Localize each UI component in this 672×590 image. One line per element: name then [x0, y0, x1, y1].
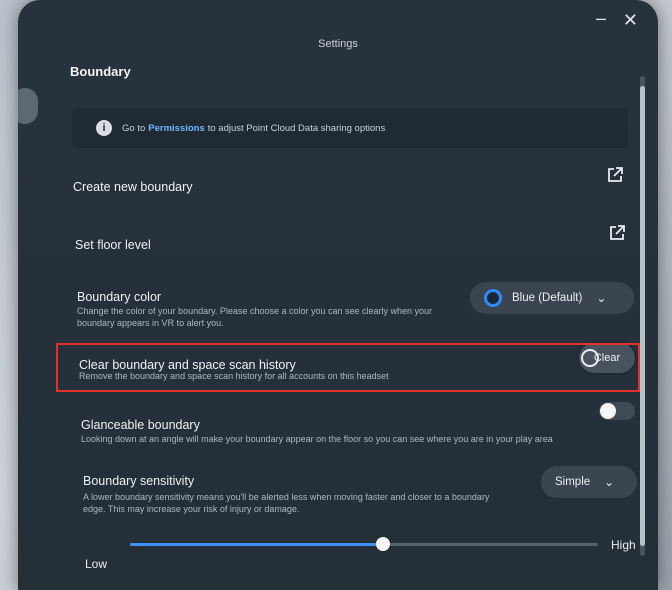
external-link-icon[interactable]: [608, 224, 626, 242]
boundary-color-desc: Change the color of your boundary. Pleas…: [77, 306, 433, 328]
slider-low-label: Low: [85, 557, 108, 571]
chevron-down-icon: ⌄: [604, 475, 615, 489]
sensitivity-value: Simple: [555, 476, 591, 488]
info-banner: i Go to Permissions to adjust Point Clou…: [72, 108, 628, 148]
toggle-knob: [600, 403, 616, 419]
info-icon: i: [96, 120, 112, 136]
glanceable-label: Glanceable boundary: [81, 418, 200, 432]
floor-level-label[interactable]: Set floor level: [75, 238, 151, 252]
slider-thumb[interactable]: [375, 537, 390, 551]
blue-color-swatch-icon: [484, 289, 502, 307]
create-boundary-label[interactable]: Create new boundary: [73, 180, 193, 194]
close-button[interactable]: ✕: [623, 10, 638, 31]
chevron-down-icon: ⌄: [596, 291, 607, 305]
sensitivity-dropdown[interactable]: Simple ⌄: [541, 466, 637, 498]
window-title: Settings: [318, 38, 358, 50]
slider-fill: [130, 543, 383, 546]
scrollbar[interactable]: [640, 76, 645, 556]
slider-high-label: High: [611, 538, 636, 552]
info-suffix: to adjust Point Cloud Data sharing optio…: [207, 122, 386, 134]
external-link-icon[interactable]: [606, 166, 624, 184]
sensitivity-slider[interactable]: [130, 537, 598, 551]
section-title: Boundary: [70, 64, 131, 79]
minimize-button[interactable]: –: [596, 8, 606, 29]
highlight-box: [56, 343, 640, 392]
info-prefix: Go to: [122, 122, 146, 134]
boundary-color-value: Blue (Default): [512, 292, 583, 304]
boundary-color-dropdown[interactable]: Blue (Default) ⌄: [470, 282, 634, 314]
scrollbar-thumb[interactable]: [640, 86, 645, 546]
glanceable-desc: Looking down at an angle will make your …: [81, 434, 553, 444]
sensitivity-label: Boundary sensitivity: [83, 474, 195, 488]
glanceable-toggle[interactable]: [599, 402, 635, 420]
boundary-color-label: Boundary color: [77, 290, 162, 304]
sensitivity-desc: A lower boundary sensitivity means you'l…: [83, 492, 490, 514]
settings-panel: Settings – ✕ Boundary i Go to Permission…: [18, 0, 658, 590]
side-handle[interactable]: [18, 88, 38, 124]
permissions-link[interactable]: Permissions: [148, 123, 205, 134]
